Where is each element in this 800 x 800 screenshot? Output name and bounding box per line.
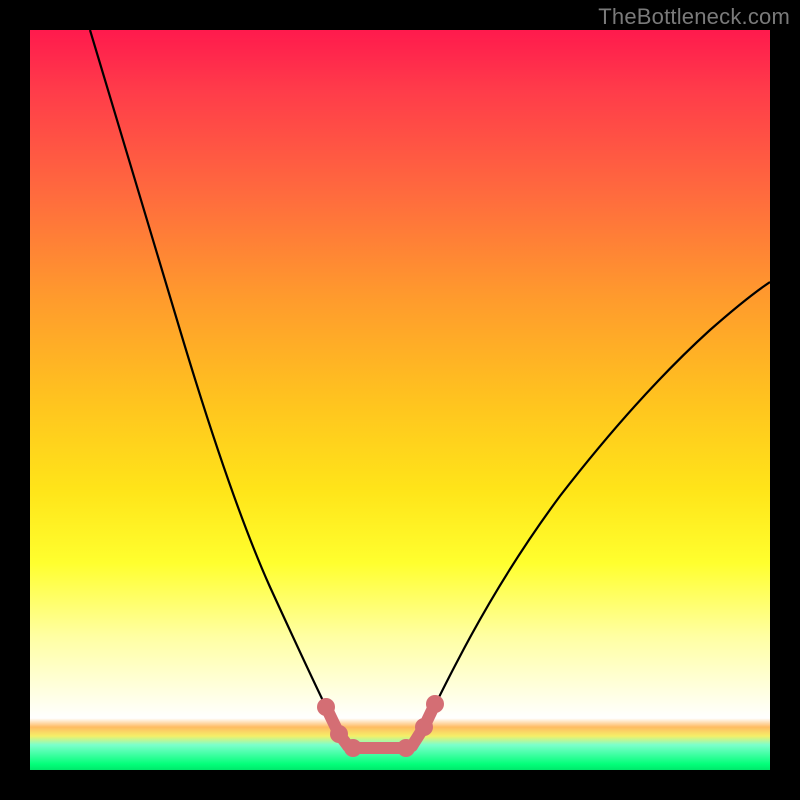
curve-right	[406, 282, 770, 750]
chart-plot-area	[30, 30, 770, 770]
chart-frame: TheBottleneck.com	[0, 0, 800, 800]
curve-left	[90, 30, 353, 750]
chart-svg	[30, 30, 770, 770]
watermark-text: TheBottleneck.com	[598, 4, 790, 30]
